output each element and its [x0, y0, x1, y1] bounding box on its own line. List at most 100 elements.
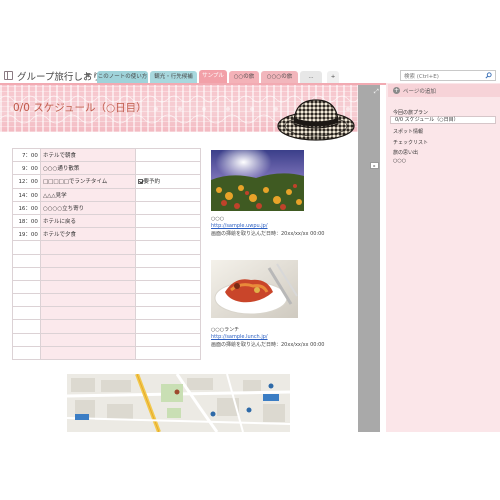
page-item-other[interactable]: ○○○	[393, 158, 406, 164]
schedule-time[interactable]: 9：00	[12, 161, 41, 176]
schedule-note[interactable]	[134, 147, 202, 163]
schedule-note[interactable]	[134, 200, 202, 215]
table-row: 18：00 ホテルに戻る	[12, 213, 202, 229]
schedule-note[interactable]	[134, 279, 202, 295]
photo-caption: ○○○	[211, 216, 225, 222]
add-section-button[interactable]: +	[327, 71, 339, 83]
schedule-note-text: 要予約	[143, 179, 161, 186]
plus-icon[interactable]: +	[393, 87, 400, 94]
expand-icon[interactable]: ⤢	[374, 88, 379, 96]
search-icon[interactable]	[485, 72, 492, 79]
schedule-note[interactable]	[134, 240, 202, 255]
schedule-time[interactable]	[12, 293, 41, 308]
schedule-note[interactable]	[134, 332, 202, 347]
schedule-activity[interactable]: ホテルで朝食	[39, 147, 136, 163]
table-row: 19：00 ホテルで夕食	[12, 227, 202, 242]
table-row: 12：00 □□□□□でランチタイム 要予約	[12, 174, 202, 189]
tab-trip-2[interactable]: ○○○の旅	[261, 71, 298, 83]
table-row	[12, 306, 202, 321]
tab-how-to-use[interactable]: このノートの使い方	[97, 71, 148, 83]
schedule-note[interactable]	[134, 253, 202, 268]
photo-source-link[interactable]: http://sample.lunch.jp/	[211, 334, 268, 340]
page-scrollbar[interactable]	[358, 85, 380, 432]
map-image[interactable]	[67, 374, 290, 432]
page-title[interactable]: 0/0 スケジュール（○日目）	[13, 100, 147, 115]
straw-hat-illustration	[277, 99, 355, 141]
notebook-icon[interactable]	[4, 71, 13, 80]
schedule-note[interactable]	[134, 319, 202, 334]
schedule-time[interactable]: 14：00	[12, 187, 41, 202]
table-row	[12, 253, 202, 268]
photo-caption: ○○○ランチ	[211, 327, 240, 333]
schedule-time[interactable]	[12, 253, 41, 268]
schedule-note[interactable]: 要予約	[134, 174, 202, 189]
photo-source-link[interactable]: http://sample.uwpu.jp/	[211, 223, 268, 229]
schedule-time[interactable]: 12：00	[12, 174, 41, 189]
schedule-time[interactable]	[12, 279, 41, 295]
schedule-note[interactable]	[134, 213, 202, 229]
table-row	[12, 293, 202, 308]
page-item-checklist[interactable]: チェックリスト	[393, 139, 428, 146]
schedule-activity[interactable]	[39, 306, 136, 321]
page-item-trip-plan[interactable]: 今回の旅プラン	[393, 109, 428, 116]
schedule-activity[interactable]	[39, 266, 136, 281]
add-page-label[interactable]: ページの追加	[403, 87, 436, 95]
table-row: 9：00 ○○○通り散策	[12, 161, 202, 176]
tab-more[interactable]: ...	[300, 71, 322, 83]
schedule-time[interactable]: 19：00	[12, 227, 41, 242]
schedule-note[interactable]	[134, 306, 202, 321]
page-item-spot-info[interactable]: スポット情報	[393, 128, 423, 135]
schedule-activity[interactable]: ○○○通り散策	[39, 161, 136, 176]
schedule-activity[interactable]	[39, 293, 136, 308]
flower-field-photo[interactable]	[211, 150, 304, 211]
tab-sightseeing[interactable]: 観光・行先候補	[150, 71, 197, 83]
collapse-pages-button[interactable]: ▸	[370, 162, 379, 169]
schedule-time[interactable]	[12, 332, 41, 347]
schedule-time[interactable]	[12, 319, 41, 334]
schedule-time[interactable]	[12, 240, 41, 255]
table-row	[12, 266, 202, 281]
schedule-activity[interactable]: ホテルに戻る	[39, 213, 136, 229]
chevron-down-icon[interactable]: ▼	[86, 72, 91, 79]
page-item-schedule[interactable]: 0/0 スケジュール（○日目）	[390, 116, 496, 124]
table-row: 16：00 ○○○○立ち寄り	[12, 200, 202, 215]
schedule-note[interactable]	[134, 161, 202, 176]
schedule-note[interactable]	[134, 266, 202, 281]
schedule-activity[interactable]	[39, 345, 136, 361]
schedule-note[interactable]	[134, 187, 202, 202]
checkbox-icon[interactable]	[137, 179, 143, 185]
photo-source-date: 画面の挿絵を取り込んだ日時：20xx/xx/xx 00:00	[211, 342, 325, 348]
schedule-activity[interactable]: ホテルで夕食	[39, 227, 136, 242]
page-item-memories[interactable]: 旅の思い出	[393, 149, 418, 156]
schedule-activity[interactable]	[39, 240, 136, 255]
schedule-activity[interactable]: □□□□□でランチタイム	[39, 174, 136, 189]
schedule-activity[interactable]	[39, 332, 136, 347]
schedule-activity[interactable]	[39, 319, 136, 334]
schedule-time[interactable]	[12, 345, 41, 361]
schedule-time[interactable]: 18：00	[12, 213, 41, 229]
schedule-time[interactable]: 16：00	[12, 200, 41, 215]
schedule-note[interactable]	[134, 345, 202, 361]
schedule-note[interactable]	[134, 227, 202, 242]
schedule-activity[interactable]: △△△見学	[39, 187, 136, 202]
schedule-activity[interactable]	[39, 279, 136, 295]
table-row	[12, 319, 202, 334]
table-row	[12, 240, 202, 255]
schedule-time[interactable]	[12, 306, 41, 321]
table-row	[12, 279, 202, 295]
schedule-time[interactable]: 7：00	[12, 147, 41, 163]
table-row: 7：00 ホテルで朝食	[12, 147, 202, 163]
tab-sample[interactable]: サンプル	[199, 70, 227, 83]
lunch-photo[interactable]	[211, 260, 298, 318]
search-input[interactable]: 検索 (Ctrl+E)	[400, 70, 496, 81]
table-row	[12, 332, 202, 347]
schedule-table: 7：00 ホテルで朝食 9：00 ○○○通り散策 12：00 □□□□□でランチタイム 要予…	[12, 147, 202, 361]
search-placeholder: 検索 (Ctrl+E)	[404, 74, 439, 80]
schedule-note[interactable]	[134, 293, 202, 308]
table-row	[12, 345, 202, 361]
schedule-activity[interactable]: ○○○○立ち寄り	[39, 200, 136, 215]
tab-trip-1[interactable]: ○○の旅	[229, 71, 259, 83]
photo-source-date: 画面の挿絵を取り込んだ日時：20xx/xx/xx 00:00	[211, 231, 325, 237]
schedule-activity[interactable]	[39, 253, 136, 268]
schedule-time[interactable]	[12, 266, 41, 281]
